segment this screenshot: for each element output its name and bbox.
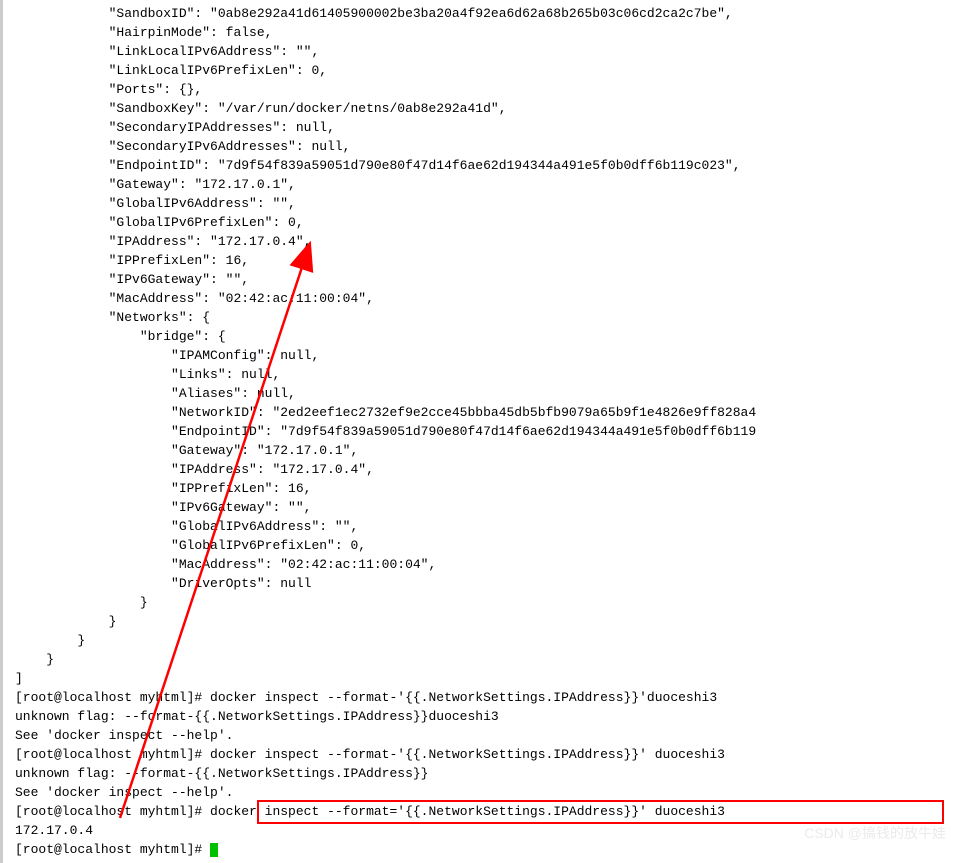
json-line: "Networks": { (15, 310, 210, 325)
json-line: "GlobalIPv6Address": "", (15, 519, 358, 534)
json-line: "IPv6Gateway": "", (15, 272, 249, 287)
json-line: "GlobalIPv6PrefixLen": 0, (15, 538, 366, 553)
json-line: "SandboxID": "0ab8e292a41d61405900002be3… (15, 6, 733, 21)
json-line: "LinkLocalIPv6Address": "", (15, 44, 319, 59)
shell-line-highlighted: [root@localhost myhtml]# docker inspect … (15, 804, 725, 819)
json-line: "Ports": {}, (15, 82, 202, 97)
json-line: "IPPrefixLen": 16, (15, 253, 249, 268)
json-line: "DriverOpts": null (15, 576, 311, 591)
shell-line: [root@localhost myhtml]# docker inspect … (15, 747, 725, 762)
json-line: "GlobalIPv6PrefixLen": 0, (15, 215, 304, 230)
shell-error: See 'docker inspect --help'. (15, 785, 233, 800)
json-close: ] (15, 671, 23, 686)
json-line: "SecondaryIPAddresses": null, (15, 120, 335, 135)
json-line: "HairpinMode": false, (15, 25, 272, 40)
shell-result: 172.17.0.4 (15, 823, 93, 838)
json-line: "Links": null, (15, 367, 280, 382)
shell-error: unknown flag: --format-{{.NetworkSetting… (15, 766, 428, 781)
json-line: "GlobalIPv6Address": "", (15, 196, 296, 211)
shell-command: docker inspect --format-'{{.NetworkSetti… (210, 690, 717, 705)
json-line: "MacAddress": "02:42:ac:11:00:04", (15, 291, 374, 306)
json-line: "IPv6Gateway": "", (15, 500, 311, 515)
json-line-ipaddress: "IPAddress": "172.17.0.4", (15, 234, 311, 249)
json-line: "EndpointID": "7d9f54f839a59051d790e80f4… (15, 158, 741, 173)
shell-error: See 'docker inspect --help'. (15, 728, 233, 743)
json-line: "IPAddress": "172.17.0.4", (15, 462, 374, 477)
json-line: "IPAMConfig": null, (15, 348, 319, 363)
shell-prompt: [root@localhost myhtml]# (15, 690, 210, 705)
json-line: "SecondaryIPv6Addresses": null, (15, 139, 350, 154)
shell-command: docker inspect --format-'{{.NetworkSetti… (210, 747, 725, 762)
json-line: "EndpointID": "7d9f54f839a59051d790e80f4… (15, 424, 756, 439)
shell-command-correct: docker inspect --format='{{.NetworkSetti… (210, 804, 725, 819)
shell-line: [root@localhost myhtml]# (15, 842, 218, 857)
shell-error: unknown flag: --format-{{.NetworkSetting… (15, 709, 499, 724)
cursor-icon (210, 843, 218, 857)
json-line: "Gateway": "172.17.0.1", (15, 443, 358, 458)
json-close: } (15, 652, 54, 667)
json-close: } (15, 595, 148, 610)
shell-prompt: [root@localhost myhtml]# (15, 842, 210, 857)
json-line: "LinkLocalIPv6PrefixLen": 0, (15, 63, 327, 78)
json-line: "NetworkID": "2ed2eef1ec2732ef9e2cce45bb… (15, 405, 756, 420)
json-line: "IPPrefixLen": 16, (15, 481, 311, 496)
shell-prompt: [root@localhost myhtml]# (15, 747, 210, 762)
json-line: "SandboxKey": "/var/run/docker/netns/0ab… (15, 101, 507, 116)
json-close: } (15, 633, 85, 648)
json-line: "bridge": { (15, 329, 226, 344)
terminal-output[interactable]: "SandboxID": "0ab8e292a41d61405900002be3… (0, 0, 956, 863)
shell-prompt: [root@localhost myhtml]# (15, 804, 210, 819)
json-close: } (15, 614, 116, 629)
json-line: "Gateway": "172.17.0.1", (15, 177, 296, 192)
json-line: "Aliases": null, (15, 386, 296, 401)
shell-line: [root@localhost myhtml]# docker inspect … (15, 690, 717, 705)
json-line: "MacAddress": "02:42:ac:11:00:04", (15, 557, 436, 572)
